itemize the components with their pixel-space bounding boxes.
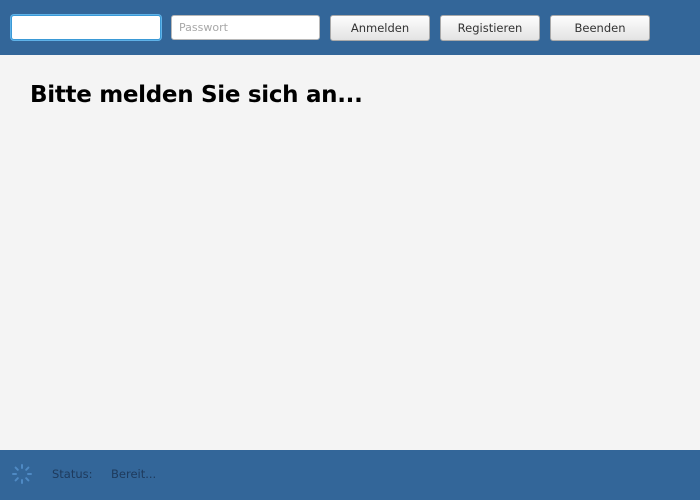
loading-spinner-icon [12,464,32,484]
register-button[interactable]: Registieren [440,15,540,41]
status-label: Status: [52,467,93,481]
top-toolbar: Anmelden Registieren Beenden [0,0,700,55]
quit-button[interactable]: Beenden [550,15,650,41]
page-title: Bitte melden Sie sich an... [30,82,363,108]
password-input[interactable] [171,15,320,40]
login-button[interactable]: Anmelden [330,15,430,41]
status-bar: Status: Bereit... [0,450,700,500]
status-value: Bereit... [111,467,157,481]
username-input[interactable] [11,15,161,40]
